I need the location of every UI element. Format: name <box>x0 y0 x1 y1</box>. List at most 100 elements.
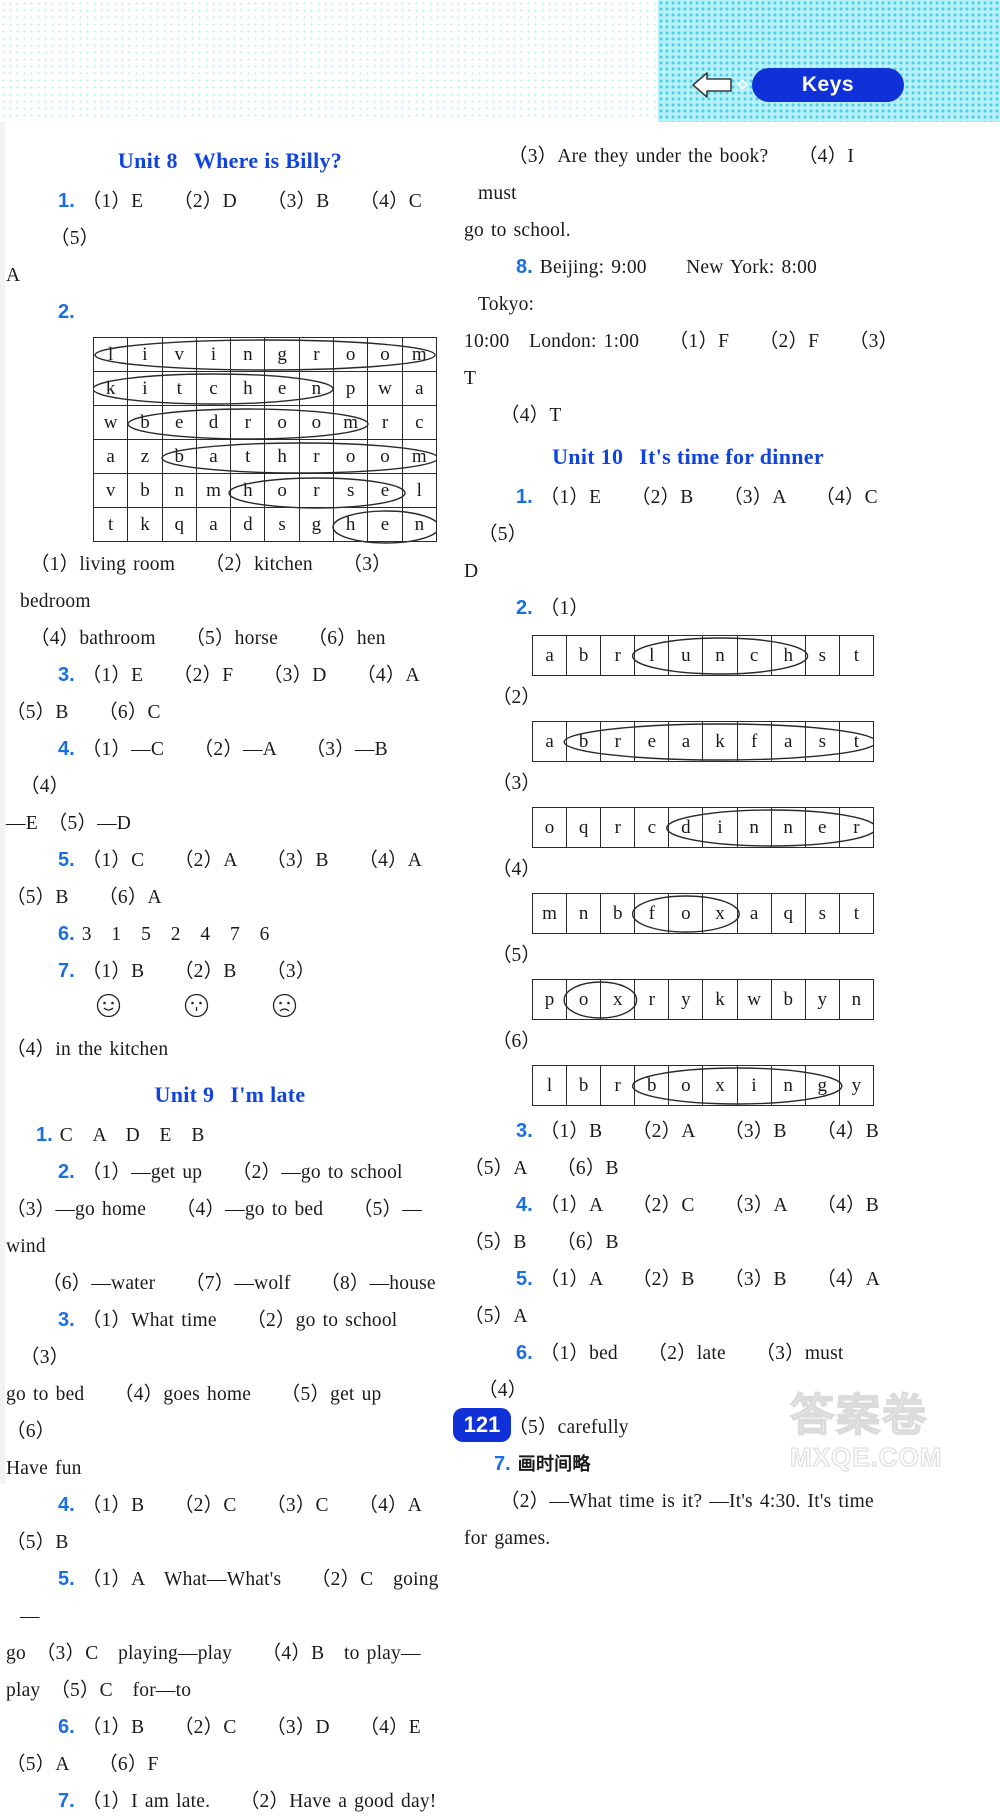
word-grid-cell: q <box>161 507 197 542</box>
u9-q6-number: 6. <box>58 1716 75 1738</box>
word-grid-row: azbathroom <box>92 439 438 474</box>
word-grid-cell: h <box>230 473 266 508</box>
word-grid-cell: b <box>161 439 197 474</box>
u10-strip-1-label: （1） <box>539 598 590 619</box>
letter-strip-table: mnbfoxaqst <box>531 893 875 934</box>
word-grid-cell: s <box>264 507 300 542</box>
u8-q7-line1: 7. （1）B （2）B （3） <box>20 953 440 1031</box>
letter-strip-row: lbrboxingy <box>531 1065 875 1106</box>
letter-strip-4: mnbfoxaqst <box>531 893 875 935</box>
word-grid-cell: o <box>264 473 300 508</box>
word-grid-cell: o <box>264 405 300 440</box>
word-grid-cell: m <box>195 473 232 508</box>
u10-q5-line1: 5. （1）A （2）B （3）B （4）A <box>478 1261 898 1298</box>
letter-strip-cell: r <box>600 807 636 848</box>
u9-q5-line2: go （3）C playing—play （4）B to play— <box>6 1643 421 1664</box>
u9-q2-line1: 2. （1）—get up （2）—go to school <box>20 1154 440 1191</box>
u10-q1-number: 1. <box>516 486 533 508</box>
word-grid-cell: i <box>127 371 163 406</box>
strip-label-5: （5） <box>492 945 541 966</box>
letter-strip-cell: c <box>634 807 670 848</box>
word-grid-cell: i <box>127 337 163 372</box>
unit-8-heading: Unit 8 Where is Billy? <box>20 148 440 174</box>
u9-q8-line1: 8. Beijing: 9:00 New York: 8:00 Tokyo: <box>478 249 898 323</box>
letter-strip-table: lbrboxingy <box>531 1065 875 1106</box>
strip-label-3: （3） <box>492 773 541 794</box>
u9-q7-text: （1）I am late. （2）Have a good day! <box>81 1791 437 1812</box>
letter-strip-cell: w <box>736 979 772 1020</box>
strip-label-4: （4） <box>492 859 541 880</box>
u9-q1-line1: 1. C A D E B <box>20 1117 440 1154</box>
letter-strip-cell: n <box>838 979 875 1020</box>
letter-strip-cell: b <box>566 1065 602 1106</box>
u9-q7-line1: 7. （1）I am late. （2）Have a good day! <box>20 1783 440 1820</box>
letter-strip-row: abrlunchst <box>531 635 875 676</box>
letter-strip-cell: q <box>566 807 602 848</box>
word-grid-cell: r <box>230 405 266 440</box>
unit-10-number: Unit 10 <box>552 444 624 469</box>
decorative-header-band: Keys <box>0 0 1000 122</box>
word-grid-cell: g <box>298 507 335 542</box>
letter-strip-table: oqrcdinner <box>531 807 875 848</box>
letter-strip-1: abrlunchst <box>531 635 875 677</box>
word-grid-cell: o <box>333 439 369 474</box>
back-arrow-icon[interactable] <box>690 68 734 102</box>
u9-q7-line3: go to school. <box>464 220 571 241</box>
u8-q6-text: 3 1 5 2 4 7 6 <box>81 924 270 945</box>
u10-q5-text: （1）A （2）B （3）B （4）A <box>539 1269 881 1290</box>
u9-q4-line1: 4. （1）B （2）C （3）C （4）A <box>20 1487 440 1524</box>
letter-strip-table: abrlunchst <box>531 635 875 676</box>
u8-q4-number: 4. <box>58 738 75 760</box>
frown-face-icon <box>234 993 297 1031</box>
u10-q4-line1: 4. （1）A （2）C （3）A （4）B <box>478 1187 898 1224</box>
letter-strip-cell: i <box>702 807 738 848</box>
letter-strip-cell: r <box>600 635 636 676</box>
u10-q5-line2: （5）A <box>464 1306 528 1327</box>
u8-q1-b: （2）D <box>173 191 237 212</box>
letter-strip-cell: t <box>838 721 875 762</box>
u8-q5-number: 5. <box>58 849 75 871</box>
word-search-table: livingroomkitchenpwawbedroomrcazbathroom… <box>92 337 438 542</box>
word-grid-row: wbedroomrc <box>92 405 438 440</box>
word-grid-cell: e <box>367 507 403 542</box>
u8-q5-line1: 5. （1）C （2）A （3）B （4）A <box>20 842 440 879</box>
letter-strip-cell: x <box>600 979 636 1020</box>
u10-q6-number: 6. <box>516 1342 533 1364</box>
letter-strip-cell: e <box>804 807 840 848</box>
letter-strip-cell: n <box>736 807 772 848</box>
u8-q3-text: （1）E （2）F （3）D （4）A <box>81 665 420 686</box>
word-grid-cell: a <box>401 371 438 406</box>
smiley-face-group <box>20 993 315 1031</box>
u9-q3-line3: Have fun <box>6 1458 82 1479</box>
u9-q7-line2: （3）Are they under the book? （4）I must <box>478 146 855 204</box>
word-grid-cell: b <box>127 473 163 508</box>
letter-strip-cell: k <box>702 979 738 1020</box>
u9-q8-number: 8. <box>516 256 533 278</box>
letter-strip-cell: g <box>804 1065 840 1106</box>
keys-badge: Keys <box>752 68 904 102</box>
u8-q1-line2: A <box>6 265 21 286</box>
letter-strip-cell: m <box>531 893 568 934</box>
u10-q3-line2: （5）A （6）B <box>464 1158 619 1179</box>
letter-strip-cell: c <box>736 635 772 676</box>
neutral-face-icon <box>146 993 209 1031</box>
word-grid-row: tkqadsghen <box>92 507 438 542</box>
page-edge-shadow <box>0 122 5 1484</box>
letter-strip-6: lbrboxingy <box>531 1065 875 1107</box>
u8-q5-text: （1）C （2）A （3）B （4）A <box>81 850 423 871</box>
letter-strip-cell: s <box>804 635 840 676</box>
u8-q1-number: 1. <box>58 190 75 212</box>
letter-strip-cell: y <box>804 979 840 1020</box>
letter-strip-cell: e <box>634 721 670 762</box>
watermark-chinese: 答案卷 <box>789 1389 928 1442</box>
letter-strip-cell: r <box>600 721 636 762</box>
u9-q5-number: 5. <box>58 1568 75 1590</box>
u9-q3-line2: go to bed （4）goes home （5）get up （6） <box>6 1384 421 1442</box>
u9-q8-line2: 10:00 London: 1:00 （1）F （2）F （3）T <box>464 331 889 389</box>
letter-strip-cell: t <box>838 893 875 934</box>
letter-strip-cell: n <box>770 1065 806 1106</box>
word-grid-cell: l <box>401 473 438 508</box>
letter-strip-cell: k <box>702 721 738 762</box>
letter-strip-cell: o <box>566 979 602 1020</box>
letter-strip-table: abreakfast <box>531 721 875 762</box>
